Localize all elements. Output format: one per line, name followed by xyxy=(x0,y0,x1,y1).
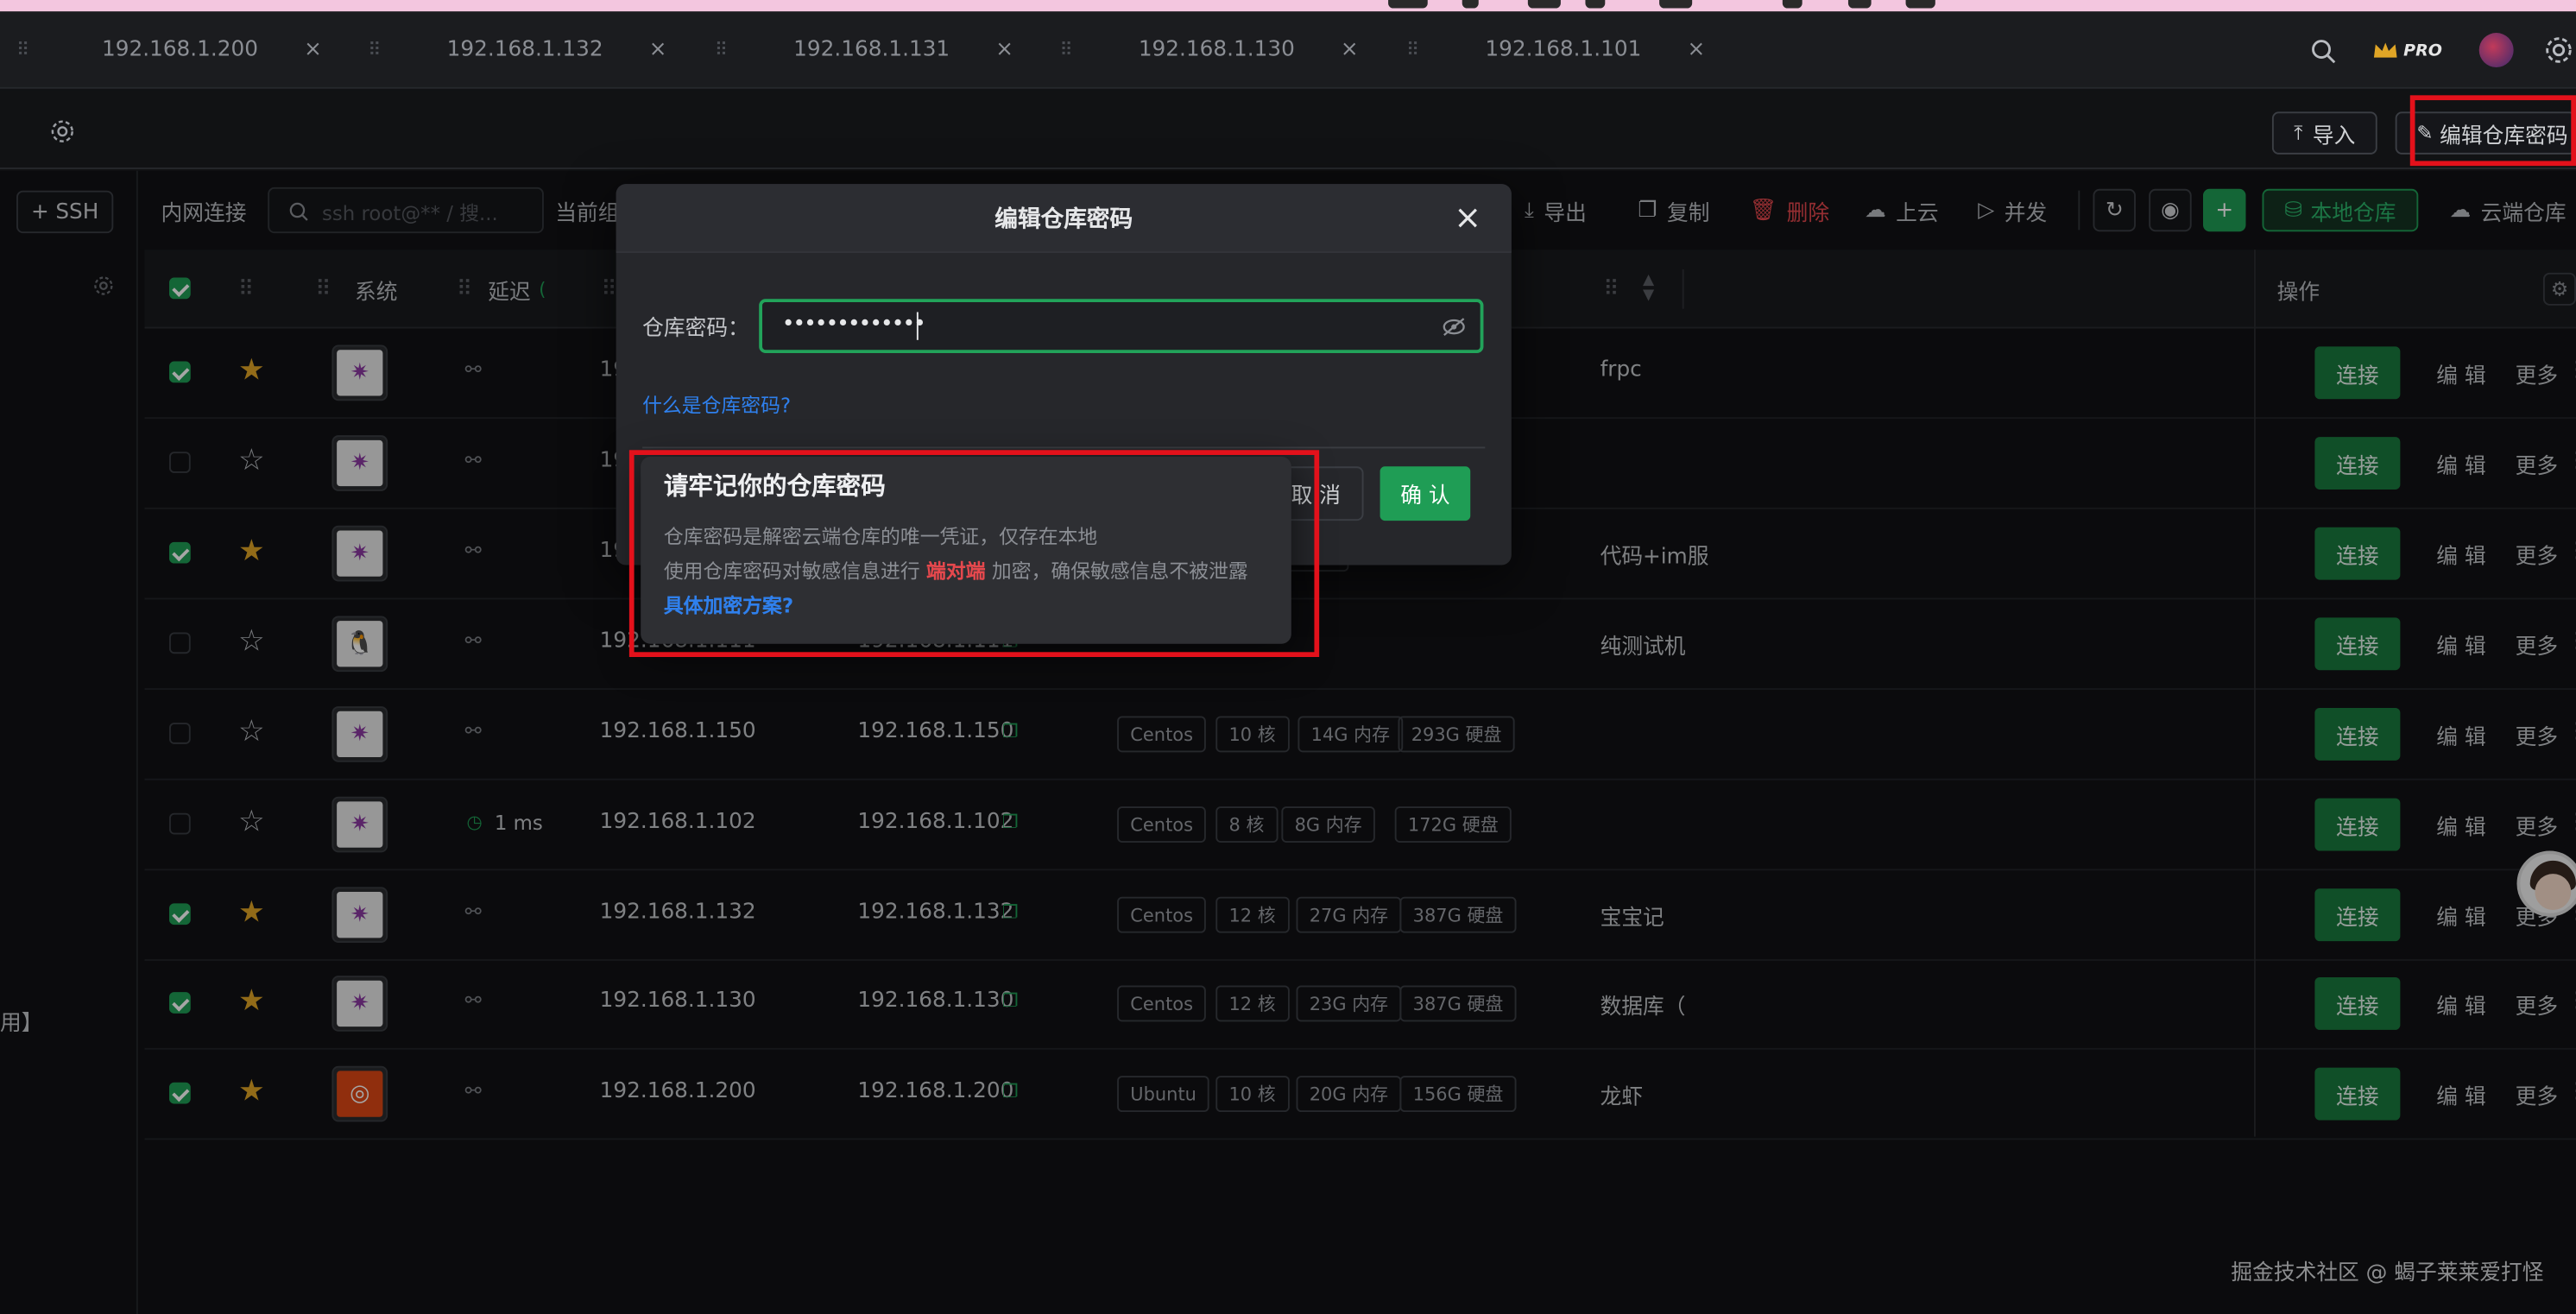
eye-off-icon[interactable] xyxy=(1443,317,1466,337)
password-input[interactable]: ••••••••••••• xyxy=(759,299,1484,354)
drag-handle-icon[interactable]: ⠿ xyxy=(1406,40,1419,61)
password-label: 仓库密码： xyxy=(642,317,749,342)
tab[interactable]: ⠿ 192.168.1.132 × xyxy=(368,11,697,88)
modal-header: 编辑仓库密码 × xyxy=(616,184,1512,253)
tab[interactable]: ⠿ 192.168.1.130 × xyxy=(1059,11,1388,88)
modal-title: 编辑仓库密码 xyxy=(994,206,1133,234)
confirm-button[interactable]: 确 认 xyxy=(1380,466,1471,521)
close-icon[interactable]: × xyxy=(1454,197,1481,237)
search-icon[interactable] xyxy=(2310,38,2336,64)
close-icon[interactable]: × xyxy=(1687,38,1705,63)
pro-badge[interactable]: PRO xyxy=(2372,36,2442,66)
drag-handle-icon[interactable]: ⠿ xyxy=(715,40,728,61)
import-button[interactable]: ⤒ 导入 xyxy=(2271,111,2377,155)
highlight-box xyxy=(628,450,1320,657)
tab-label: 192.168.1.101 xyxy=(1485,37,1642,63)
strip-artifact xyxy=(1847,0,1872,9)
header-row: ⤒ 导入 ✎ 编辑仓库密码 xyxy=(0,90,2576,169)
strip-artifact xyxy=(1905,0,1935,9)
strip-artifact xyxy=(1585,0,1606,9)
tab-label: 192.168.1.130 xyxy=(1138,37,1295,63)
modal-divider xyxy=(642,446,1486,449)
tab-label: 192.168.1.131 xyxy=(793,37,950,63)
password-value: ••••••••••••• xyxy=(781,312,926,338)
tab[interactable]: ⠿ 192.168.1.131 × xyxy=(715,11,1044,88)
strip-artifact xyxy=(1659,0,1693,9)
tab-label: 192.168.1.132 xyxy=(446,37,603,63)
close-icon[interactable]: × xyxy=(995,38,1013,63)
gear-icon[interactable] xyxy=(2545,36,2573,64)
drag-handle-icon[interactable]: ⠿ xyxy=(368,40,381,61)
top-strip xyxy=(0,0,2576,12)
close-icon[interactable]: × xyxy=(1341,38,1359,63)
gear-icon[interactable] xyxy=(51,120,74,143)
strip-artifact xyxy=(1388,0,1428,9)
tab-label: 192.168.1.200 xyxy=(101,37,258,63)
highlight-box xyxy=(2409,95,2576,167)
drag-handle-icon[interactable]: ⠿ xyxy=(1059,40,1072,61)
crown-icon xyxy=(2373,42,2397,58)
tab-bar: ⠿ 192.168.1.200 × ⠿ 192.168.1.132 × ⠿ 19… xyxy=(0,11,2576,89)
avatar[interactable] xyxy=(2478,33,2514,68)
text-cursor xyxy=(916,312,919,340)
strip-artifact xyxy=(1527,0,1561,9)
upload-icon: ⤒ xyxy=(2294,120,2303,144)
close-icon[interactable]: × xyxy=(649,38,667,63)
close-icon[interactable]: × xyxy=(304,38,322,63)
help-link[interactable]: 什么是仓库密码? xyxy=(642,391,791,419)
tab[interactable]: 192.168.1.200 × xyxy=(23,11,352,88)
tab[interactable]: ⠿ 192.168.1.101 × xyxy=(1406,11,1735,88)
strip-artifact xyxy=(1462,0,1479,9)
strip-artifact xyxy=(1782,0,1803,9)
